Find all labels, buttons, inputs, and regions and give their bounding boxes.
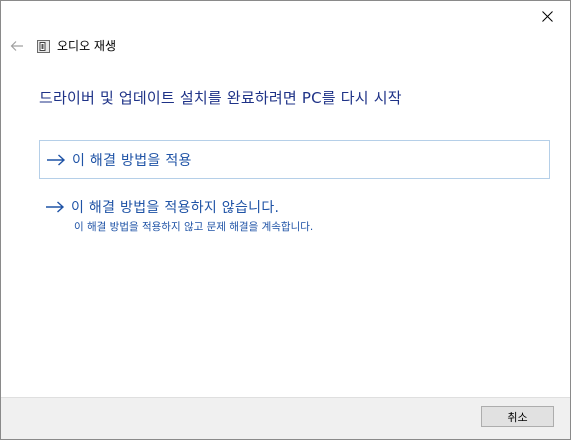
title-bar: 오디오 재생 xyxy=(9,37,116,55)
right-arrow-icon xyxy=(45,200,65,214)
apply-fix-option[interactable]: 이 해결 방법을 적용 xyxy=(39,140,550,179)
right-arrow-icon xyxy=(46,153,66,167)
page-heading: 드라이버 및 업데이트 설치를 완료하려면 PC를 다시 시작 xyxy=(39,89,402,107)
close-button[interactable] xyxy=(524,1,570,31)
apply-fix-label: 이 해결 방법을 적용 xyxy=(72,152,192,169)
skip-fix-option[interactable]: 이 해결 방법을 적용하지 않습니다. 이 해결 방법을 적용하지 않고 문제 … xyxy=(39,193,550,235)
back-button[interactable] xyxy=(9,38,25,54)
footer-bar: 취소 xyxy=(1,397,570,439)
window-title: 오디오 재생 xyxy=(57,39,117,53)
troubleshooter-icon xyxy=(37,39,51,53)
back-arrow-icon xyxy=(10,41,23,51)
troubleshooter-window: 오디오 재생 드라이버 및 업데이트 설치를 완료하려면 PC를 다시 시작 이… xyxy=(0,0,571,440)
cancel-button[interactable]: 취소 xyxy=(481,406,554,427)
skip-fix-description: 이 해결 방법을 적용하지 않고 문제 해결을 계속합니다. xyxy=(74,221,314,233)
close-icon xyxy=(541,10,553,22)
skip-fix-label: 이 해결 방법을 적용하지 않습니다. xyxy=(71,200,280,216)
